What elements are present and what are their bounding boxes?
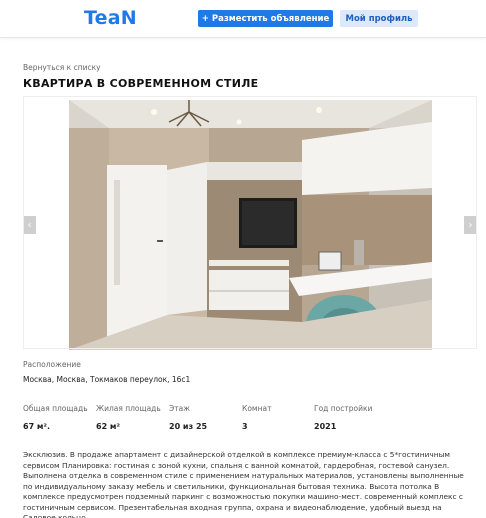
- stat-value: 3: [242, 422, 248, 431]
- gallery-prev-button[interactable]: ‹: [23, 216, 36, 234]
- photo-gallery: ‹ ›: [23, 96, 477, 350]
- stat-value: 62 м²: [96, 422, 120, 431]
- stat-value: 20 из 25: [169, 422, 208, 431]
- stat-floor: Этаж 20 из 25: [169, 404, 207, 431]
- chevron-left-icon: ‹: [27, 219, 32, 231]
- location-value: Москва, Москва, Токмаков переулок, 16с1: [23, 375, 191, 384]
- stat-value: 2021: [314, 422, 337, 431]
- gallery-next-button[interactable]: ›: [464, 216, 477, 234]
- back-to-list-link[interactable]: Вернуться к списку: [23, 63, 101, 72]
- stat-label: Общая площадь: [23, 404, 88, 413]
- stat-label: Жилая площадь: [96, 404, 161, 413]
- page-title: КВАРТИРА В СОВРЕМЕННОМ СТИЛЕ: [23, 77, 259, 90]
- site-header: TeaN + Разместить объявление Мой профиль: [0, 0, 486, 38]
- stat-label: Год постройки: [314, 404, 373, 413]
- stat-total-area: Общая площадь 67 м².: [23, 404, 88, 431]
- location-label: Расположение: [23, 360, 81, 369]
- site-logo[interactable]: TeaN: [84, 7, 137, 29]
- chevron-right-icon: ›: [468, 219, 473, 231]
- stat-value: 67 м².: [23, 422, 50, 431]
- stat-label: Комнат: [242, 404, 272, 413]
- listing-photo: [69, 100, 432, 350]
- stat-living-area: Жилая площадь 62 м²: [96, 404, 161, 431]
- listing-description: Эксклюзив. В продаже апартамент с дизайн…: [23, 450, 464, 518]
- stat-year-built: Год постройки 2021: [314, 404, 372, 431]
- my-profile-button[interactable]: Мой профиль: [340, 10, 418, 27]
- post-listing-button[interactable]: + Разместить объявление: [198, 10, 333, 27]
- stat-label: Этаж: [169, 404, 190, 413]
- stat-rooms: Комнат 3: [242, 404, 271, 431]
